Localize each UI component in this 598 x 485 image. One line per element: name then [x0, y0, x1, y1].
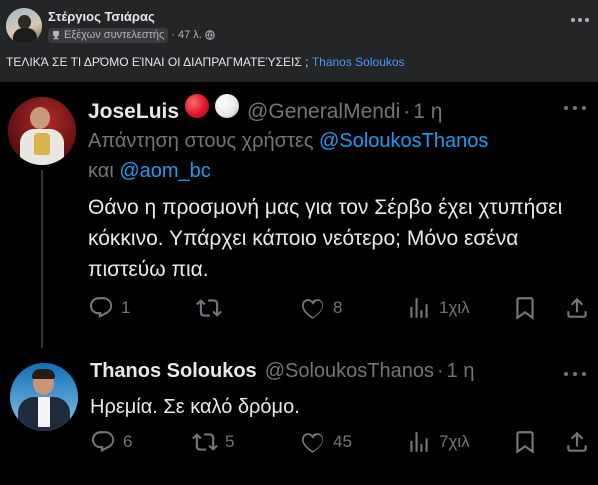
red-circle-emoji [185, 94, 210, 118]
tweet2-separator: · [436, 360, 444, 382]
tweet2-actions: 6 5 45 7χιλ [88, 428, 598, 456]
post-time[interactable]: 47 λ. [178, 29, 202, 41]
share-icon [567, 431, 587, 452]
tweet1-header: JoseLuis @GeneralMendi · 1 η [88, 94, 442, 124]
tweet2-time[interactable]: 1 η [447, 360, 475, 383]
tweet1-time[interactable]: 1 η [413, 100, 442, 124]
tweet2-retweet-button[interactable]: 5 [192, 428, 234, 456]
heart-icon [301, 299, 323, 320]
meta-separator: · [171, 29, 175, 41]
tweet2-views-button[interactable]: 7χιλ [406, 428, 470, 456]
tweet2-views-count: 7χιλ [439, 432, 470, 451]
tweet1-share-button[interactable] [564, 294, 590, 322]
tweet1-reply-button[interactable]: 1 [88, 294, 130, 322]
tweet1-reply-count: 1 [121, 298, 131, 317]
heart-icon [301, 433, 323, 454]
reply-user-soloukos[interactable]: @SoloukosThanos [319, 130, 488, 152]
share-icon [567, 297, 587, 318]
trophy-icon [53, 31, 59, 40]
author-avatar[interactable] [6, 8, 42, 44]
tweet2-like-count: 45 [333, 432, 352, 451]
post-mention[interactable]: Thanos Soloukos [312, 55, 405, 69]
tweet1-like-count: 8 [333, 298, 343, 317]
tweet1-more-button[interactable] [562, 103, 588, 113]
tweet2-handle[interactable]: @SoloukosThanos [265, 360, 434, 383]
joseluis-avatar[interactable] [8, 97, 76, 165]
tweet1-retweet-button[interactable] [196, 294, 229, 322]
retweet-icon [196, 299, 222, 317]
white-circle-emoji [215, 94, 240, 118]
post-text-body: ΤΕΛΙΚΆ ΣΕ ΤΙ ΔΡΌΜΟ ΕΊΝΑΙ ΟΙ ΔΙΑΠΡΑΓΜΑΤΕΎ… [6, 55, 309, 69]
tweet1-like-button[interactable]: 8 [300, 294, 342, 322]
retweet-icon [192, 433, 218, 451]
tweet1-separator: · [403, 100, 411, 123]
embedded-tweet-screenshot: JoseLuis @GeneralMendi · 1 η Απάντηση στ… [0, 82, 598, 485]
bookmark-icon [516, 297, 534, 320]
tweet2-share-button[interactable] [564, 428, 590, 456]
tweet2-text: Ηρεμία. Σε καλό δρόμο. [90, 396, 300, 418]
facebook-post-header: Στέργιος Τσιάρας Εξέχων συντελεστής · 47… [0, 0, 598, 82]
post-options-button[interactable] [568, 10, 592, 30]
tweet1-text: Θάνο η προσμονή μας για τον Σέρβο έχει χ… [88, 196, 563, 281]
reply-icon [91, 431, 115, 453]
reply-user-aom[interactable]: @aom_bc [119, 160, 210, 182]
globe-icon [205, 30, 215, 40]
reply-context: Απάντηση στους χρήστες @SoloukosThanos κα… [88, 126, 568, 186]
tweet2-name[interactable]: Thanos Soloukos [90, 360, 257, 383]
tweet2-like-button[interactable]: 45 [300, 428, 352, 456]
tweet1-handle[interactable]: @GeneralMendi [247, 100, 400, 124]
contributor-badge[interactable]: Εξέχων συντελεστής [48, 27, 169, 43]
post-meta: Εξέχων συντελεστής · 47 λ. [48, 27, 215, 43]
tweet2-reply-button[interactable]: 6 [90, 428, 132, 456]
views-icon [410, 298, 428, 318]
author-name[interactable]: Στέργιος Τσιάρας [48, 9, 155, 24]
reply-icon [89, 297, 113, 319]
badge-label: Εξέχων συντελεστής [64, 29, 165, 41]
views-icon [410, 432, 428, 452]
soloukos-avatar[interactable] [10, 363, 78, 431]
post-text: ΤΕΛΙΚΆ ΣΕ ΤΙ ΔΡΌΜΟ ΕΊΝΑΙ ΟΙ ΔΙΑΠΡΑΓΜΑΤΕΎ… [6, 55, 405, 69]
tweet2-bookmark-button[interactable] [512, 428, 538, 456]
tweet2-retweet-count: 5 [225, 432, 235, 451]
tweet2-header: Thanos Soloukos @SoloukosThanos · 1 η [90, 360, 474, 383]
tweet2-more-button[interactable] [562, 369, 588, 379]
tweet1-views-count: 1χιλ [439, 298, 470, 317]
tweet1-name[interactable]: JoseLuis [88, 100, 179, 124]
tweet1-actions: 1 8 1χιλ [88, 294, 598, 322]
thread-connector [41, 170, 43, 348]
tweet2-reply-count: 6 [123, 432, 133, 451]
bookmark-icon [516, 431, 534, 454]
reply-prefix: Απάντηση στους χρήστες [88, 130, 314, 152]
reply-and: και [88, 160, 114, 182]
tweet1-views-button[interactable]: 1χιλ [406, 294, 470, 322]
tweet1-bookmark-button[interactable] [512, 294, 538, 322]
